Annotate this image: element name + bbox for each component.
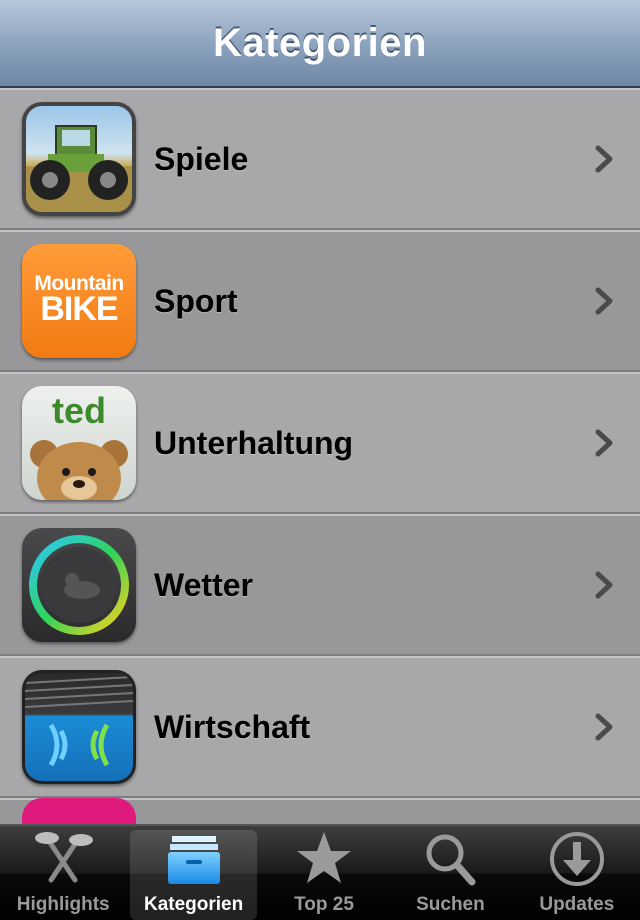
chevron-right-icon (595, 287, 613, 315)
categories-icon (167, 836, 220, 884)
weather-ring-icon (22, 528, 136, 642)
category-row-partial[interactable] (0, 798, 640, 824)
tab-updates[interactable]: Updates (514, 826, 640, 920)
category-list[interactable]: Spiele Mountain BIKE Sport ted Unterhalt… (0, 88, 640, 824)
tractor-game-icon (22, 102, 136, 216)
tab-kategorien[interactable]: Kategorien (130, 830, 257, 920)
chevron-right-icon (595, 713, 613, 741)
category-label: Spiele (154, 140, 249, 177)
tab-label: Updates (539, 894, 615, 915)
category-row-unterhaltung[interactable]: ted Unterhaltung (0, 372, 640, 514)
category-label: Wetter (154, 566, 253, 603)
tab-highlights[interactable]: Highlights (0, 826, 126, 920)
tab-bar: Highlights Kategorien Top 25 Suchen Upda… (0, 824, 640, 920)
chevron-right-icon (595, 571, 613, 599)
category-row-wirtschaft[interactable]: Wirtschaft (0, 656, 640, 798)
highlights-icon (35, 832, 94, 883)
ted-bear-icon: ted (22, 386, 136, 500)
download-icon (549, 832, 604, 886)
tab-top25[interactable]: Top 25 (261, 826, 387, 920)
chevron-right-icon (595, 429, 613, 457)
page-title: Kategorien (213, 20, 427, 65)
tab-suchen[interactable]: Suchen (387, 826, 513, 920)
nav-bar: Kategorien (0, 0, 640, 88)
star-icon (297, 832, 352, 883)
search-icon (426, 834, 476, 886)
chevron-right-icon (595, 145, 613, 173)
category-row-wetter[interactable]: Wetter (0, 514, 640, 656)
category-row-sport[interactable]: Mountain BIKE Sport (0, 230, 640, 372)
icon-text-bike: BIKE (40, 290, 118, 328)
category-row-spiele[interactable]: Spiele (0, 88, 640, 230)
tab-label: Highlights (16, 894, 110, 915)
tab-label: Top 25 (294, 894, 354, 915)
category-label: Unterhaltung (154, 424, 354, 461)
tab-label: Kategorien (143, 894, 244, 915)
category-label: Wirtschaft (154, 708, 311, 745)
tab-label: Suchen (416, 894, 485, 915)
mountain-bike-icon: Mountain BIKE (22, 244, 136, 358)
category-label: Sport (154, 282, 238, 319)
partial-app-icon (22, 798, 136, 824)
nfc-wave-icon (22, 670, 136, 784)
